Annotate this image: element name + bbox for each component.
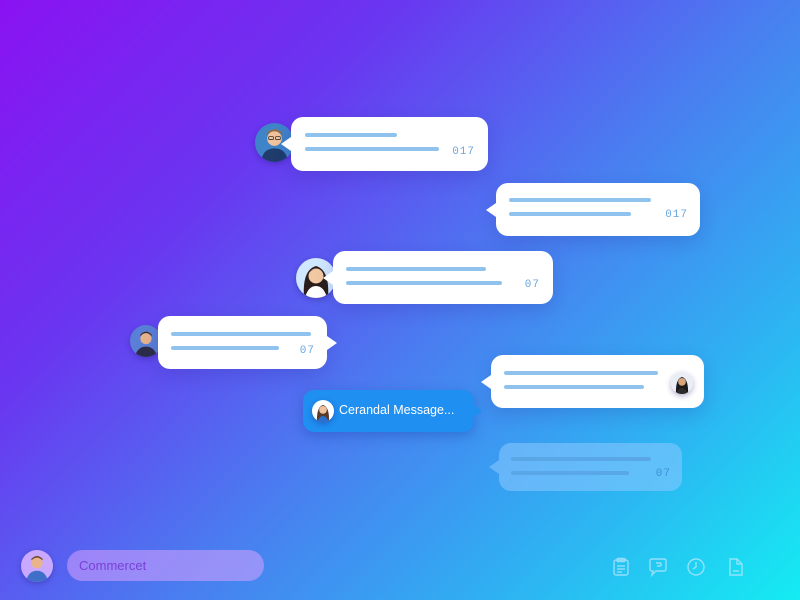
chat-icon[interactable]: [647, 556, 669, 578]
avatar-user-5: [312, 400, 334, 422]
message-bubble-4[interactable]: 07: [158, 316, 337, 369]
clock-icon[interactable]: [685, 556, 707, 578]
message-text-line: [346, 267, 486, 271]
message-text-line: [504, 371, 658, 375]
message-composer[interactable]: [67, 550, 264, 581]
message-text-line: [171, 332, 311, 336]
message-bubble-2[interactable]: 017: [486, 183, 700, 236]
message-text-line: [511, 457, 651, 461]
message-text-line: [305, 147, 439, 151]
message-text-line: [346, 281, 502, 285]
message-text-line: [511, 471, 629, 475]
message-text-line: [305, 133, 397, 137]
message-text-line: [171, 346, 279, 350]
message-bubble-5[interactable]: [481, 355, 704, 408]
message-bubble-1[interactable]: 017: [281, 117, 488, 171]
message-bubble-3[interactable]: 07: [323, 251, 553, 304]
message-timestamp: 07: [524, 279, 540, 291]
message-bubble-6[interactable]: 07: [489, 443, 682, 491]
message-text-line: [509, 212, 631, 216]
avatar-user-4[interactable]: [671, 372, 693, 394]
message-timestamp: 017: [452, 146, 475, 158]
message-timestamp: 017: [665, 209, 688, 221]
message-timestamp: 07: [299, 345, 315, 357]
message-text-line: [509, 198, 651, 202]
message-timestamp: 07: [655, 468, 671, 480]
document-icon[interactable]: [610, 556, 632, 578]
active-message-label: Cerandal Message...: [339, 403, 455, 417]
message-input[interactable]: [67, 550, 264, 581]
message-text-line: [504, 385, 644, 389]
active-message-chip[interactable]: Cerandal Message...: [303, 390, 482, 432]
current-user-avatar[interactable]: [21, 550, 53, 582]
file-icon[interactable]: [725, 556, 747, 578]
